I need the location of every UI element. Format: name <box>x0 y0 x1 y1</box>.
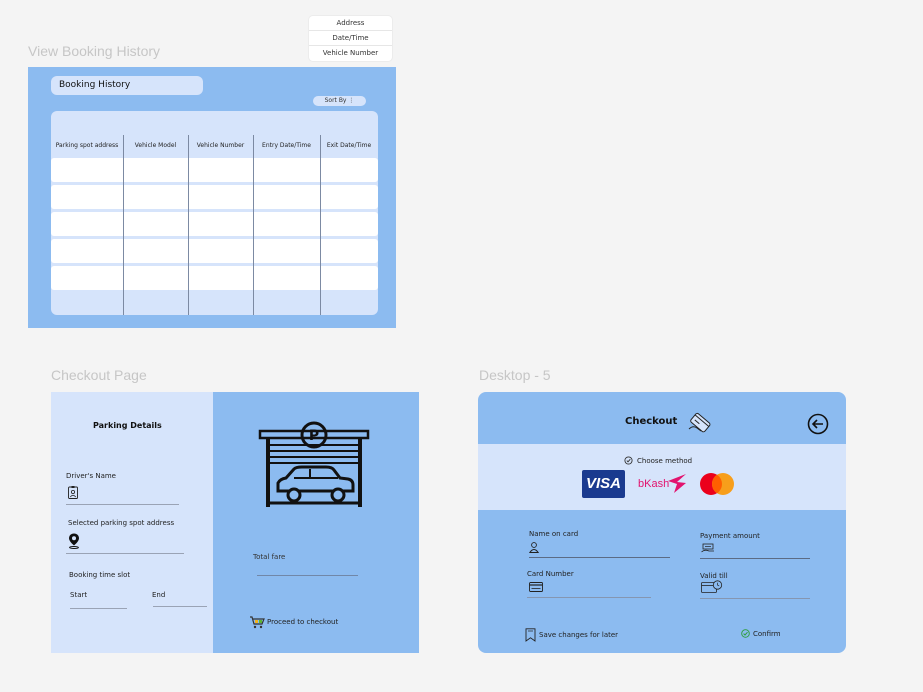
bookmark-icon <box>525 628 536 642</box>
end-time-input[interactable] <box>153 606 207 607</box>
checkout-page-frame: Parking Details Driver's Name Selected p… <box>51 392 419 653</box>
frame-label-checkout-page: Checkout Page <box>51 367 147 383</box>
column-divider <box>320 135 321 315</box>
back-arrow-icon[interactable] <box>807 413 829 435</box>
table-header: Parking spot address Vehicle Model Vehic… <box>51 135 378 157</box>
valid-till-label: Valid till <box>700 572 728 580</box>
credit-card-icon <box>529 582 543 592</box>
parking-details-panel: Parking Details Driver's Name Selected p… <box>51 392 213 653</box>
column-divider <box>123 135 124 315</box>
payment-amount-label: Payment amount <box>700 532 760 540</box>
driver-name-input[interactable] <box>66 504 179 505</box>
frame-label-desktop-5: Desktop - 5 <box>479 367 551 383</box>
proceed-to-checkout-button[interactable]: Proceed to checkout <box>249 614 338 630</box>
column-header-vehicle-model: Vehicle Model <box>134 142 177 149</box>
start-label: Start <box>70 591 88 599</box>
mastercard-option[interactable] <box>698 472 736 496</box>
column-header-vehicle-number: Vehicle Number <box>196 142 245 149</box>
table-row[interactable] <box>51 185 378 209</box>
column-header-address: Parking spot address <box>55 142 119 149</box>
booking-history-title: Booking History <box>51 76 203 95</box>
shopping-cart-icon <box>250 616 265 629</box>
spot-address-label: Selected parking spot address <box>68 519 175 527</box>
bkash-bird-icon <box>668 474 686 493</box>
checkout-summary-panel: P Total fare Proceed to checkout <box>213 392 419 653</box>
sort-option-address[interactable]: Address <box>309 16 392 31</box>
parking-details-heading: Parking Details <box>93 421 162 430</box>
confirm-label: Confirm <box>753 629 781 638</box>
total-fare-label: Total fare <box>253 553 286 561</box>
sort-option-date-time[interactable]: Date/Time <box>309 31 392 46</box>
visa-option[interactable]: VISA <box>582 470 625 498</box>
sort-option-vehicle-number[interactable]: Vehicle Number <box>309 46 392 61</box>
save-changes-label: Save changes for later <box>539 631 619 639</box>
driver-name-label: Driver's Name <box>66 472 116 480</box>
choose-method-row: Choose method <box>624 456 692 465</box>
money-hand-icon <box>701 543 714 553</box>
end-label: End <box>152 591 166 599</box>
valid-till-input[interactable] <box>700 598 810 599</box>
column-header-entry: Entry Date/Time <box>262 142 311 149</box>
confirm-button[interactable]: Confirm <box>741 629 781 638</box>
start-time-input[interactable] <box>70 608 127 609</box>
name-on-card-input[interactable] <box>529 557 670 558</box>
column-header-exit: Exit Date/Time <box>326 142 372 149</box>
sort-menu: Address Date/Time Vehicle Number <box>309 16 392 61</box>
booking-history-table: Parking spot address Vehicle Model Vehic… <box>51 111 378 315</box>
card-number-label: Card Number <box>527 570 574 578</box>
name-on-card-label: Name on card <box>529 530 579 538</box>
bkash-option[interactable]: bKash <box>638 470 688 498</box>
save-changes-button[interactable]: Save changes for later <box>525 628 618 642</box>
table-row[interactable] <box>51 158 378 182</box>
proceed-label: Proceed to checkout <box>267 618 339 626</box>
sort-by-button[interactable]: Sort By ⋮ <box>313 96 366 106</box>
checkout-title: Checkout <box>625 416 678 427</box>
column-divider <box>188 135 189 315</box>
location-pin-icon <box>69 533 79 549</box>
id-badge-icon <box>68 486 78 499</box>
user-icon <box>529 542 539 553</box>
checkout-header: Checkout <box>478 392 846 444</box>
spot-address-input[interactable] <box>66 553 184 554</box>
payment-card-icon <box>688 412 711 433</box>
payment-amount-input[interactable] <box>700 558 810 559</box>
table-row[interactable] <box>51 212 378 236</box>
payment-methods-panel: Choose method VISA bKash <box>478 444 846 510</box>
table-row[interactable] <box>51 239 378 263</box>
parking-garage-icon: P <box>258 421 370 507</box>
check-circle-icon <box>741 629 750 638</box>
bkash-label: bKash <box>638 478 670 490</box>
radio-icon[interactable] <box>624 456 633 465</box>
table-row[interactable] <box>51 266 378 290</box>
card-expiry-icon <box>701 580 723 593</box>
column-divider <box>253 135 254 315</box>
booking-history-frame: Booking History Sort By ⋮ Parking spot a… <box>28 67 396 328</box>
card-number-input[interactable] <box>527 597 651 598</box>
time-slot-label: Booking time slot <box>69 571 131 579</box>
choose-method-label: Choose method <box>637 456 693 465</box>
total-fare-value <box>257 575 358 576</box>
frame-label-booking-history: View Booking History <box>28 43 161 59</box>
desktop-5-frame: Checkout Choose method VISA bKash Name o… <box>478 392 846 653</box>
